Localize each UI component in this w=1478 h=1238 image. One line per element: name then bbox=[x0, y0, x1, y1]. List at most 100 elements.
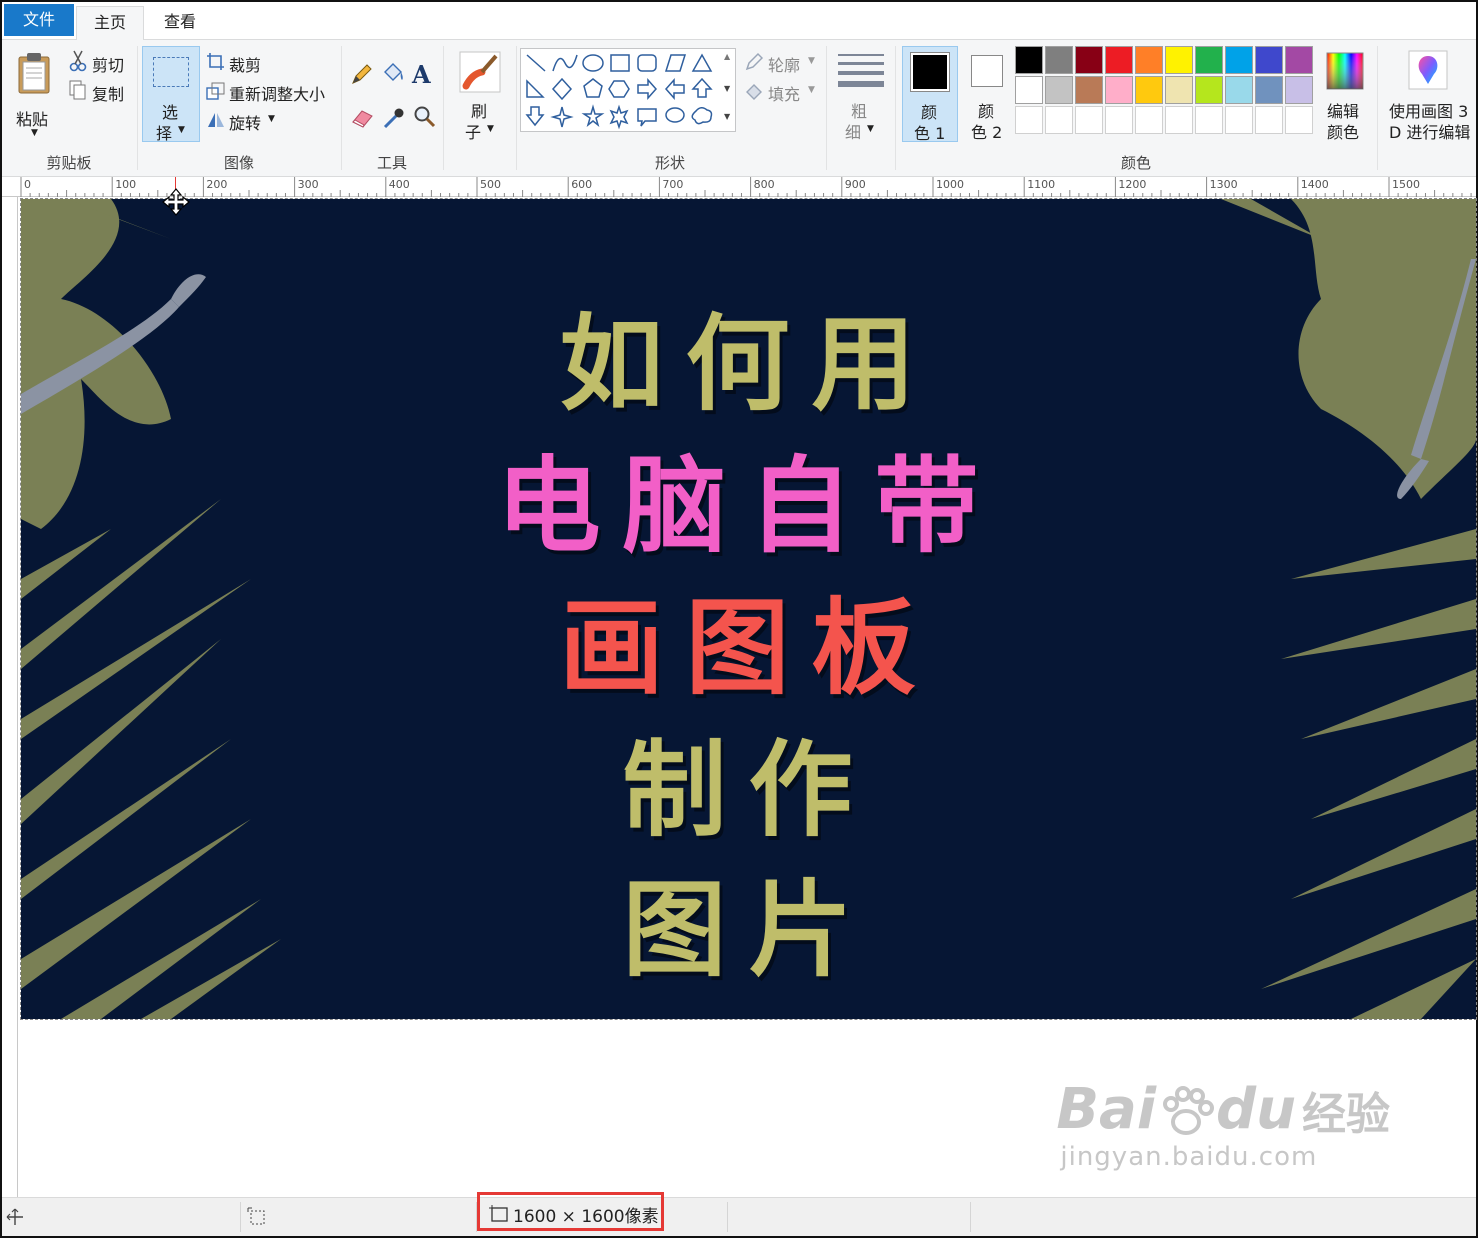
cut-button[interactable]: 剪切 bbox=[68, 50, 132, 75]
palette-swatch[interactable] bbox=[1105, 76, 1133, 104]
edit-colors-button[interactable]: 编辑 颜色 bbox=[1320, 46, 1370, 142]
ruler-label: 300 bbox=[297, 178, 319, 191]
resize-button[interactable]: 重新调整大小 bbox=[206, 79, 336, 104]
color1-button[interactable]: 颜 色 1 bbox=[902, 46, 958, 143]
palette-swatch[interactable] bbox=[1045, 106, 1073, 134]
fill-button[interactable]: 填充 ▼ bbox=[744, 79, 820, 104]
crop-button[interactable]: 裁剪 bbox=[206, 50, 336, 75]
paint3d-button[interactable]: 使用画图 3 D 进行编辑 bbox=[1382, 46, 1474, 146]
watermark-cn: 经验 bbox=[1302, 1089, 1390, 1140]
palette-swatch[interactable] bbox=[1225, 76, 1253, 104]
chevron-down-icon: ▼ bbox=[178, 125, 185, 135]
canvas-text-line5: 图片 bbox=[622, 869, 875, 991]
palette-swatch[interactable] bbox=[1015, 76, 1043, 104]
size-button[interactable]: 粗 细 ▼ bbox=[834, 46, 888, 142]
canvas-area[interactable]: 如何用 电脑自带 画图板 制作 图片 bbox=[19, 188, 1477, 1197]
palette-swatch[interactable] bbox=[1165, 106, 1193, 134]
image-canvas[interactable]: 如何用 电脑自带 画图板 制作 图片 bbox=[20, 198, 1477, 1020]
eraser-icon[interactable] bbox=[350, 106, 376, 130]
ruler-label: 900 bbox=[844, 178, 866, 191]
canvas-text-line1: 如何用 bbox=[559, 303, 938, 425]
expand-gallery-icon[interactable]: ▼ bbox=[724, 112, 730, 121]
selection-rect-icon bbox=[153, 57, 189, 87]
palette-swatch[interactable] bbox=[1225, 46, 1253, 74]
watermark-brand2: du bbox=[1216, 1077, 1296, 1142]
select-button[interactable]: 选 择 ▼ bbox=[142, 46, 200, 143]
select-label-bottom: 择 bbox=[156, 124, 173, 143]
palette-swatch[interactable] bbox=[1255, 106, 1283, 134]
palette-swatch[interactable] bbox=[1255, 46, 1283, 74]
palette-swatch[interactable] bbox=[1285, 106, 1313, 134]
group-clipboard: 粘贴 ▼ 剪切 复制 剪贴板 bbox=[2, 40, 136, 177]
palette-swatch[interactable] bbox=[1075, 76, 1103, 104]
palette-swatch[interactable] bbox=[1285, 76, 1313, 104]
palette-swatch[interactable] bbox=[1135, 46, 1163, 74]
paint3d-icon bbox=[1408, 50, 1448, 90]
palette-swatch[interactable] bbox=[1045, 46, 1073, 74]
scroll-down-icon[interactable]: ▼ bbox=[724, 84, 730, 93]
chevron-down-icon: ▼ bbox=[487, 124, 494, 134]
ribbon-tabs: 文件 主页 查看 bbox=[2, 2, 1476, 41]
magnifier-icon[interactable] bbox=[412, 104, 438, 130]
image-group-label: 图像 bbox=[223, 154, 254, 172]
color-picker-icon[interactable] bbox=[382, 106, 406, 130]
palette-swatch[interactable] bbox=[1075, 46, 1103, 74]
image-size-text: 1600 × 1600像素 bbox=[513, 1207, 659, 1227]
shapes-gallery[interactable] bbox=[520, 48, 736, 132]
palette-swatch[interactable] bbox=[1135, 76, 1163, 104]
palette-swatch[interactable] bbox=[1015, 106, 1043, 134]
paste-button[interactable]: 粘贴 ▼ bbox=[10, 48, 60, 140]
selection-size-icon bbox=[247, 1207, 265, 1225]
palette-swatch[interactable] bbox=[1015, 46, 1043, 74]
ruler-label: 1000 bbox=[936, 178, 964, 191]
brushes-button[interactable]: 刷 子 ▼ bbox=[452, 46, 508, 142]
palette-swatch[interactable] bbox=[1225, 106, 1253, 134]
color1-swatch bbox=[910, 52, 950, 92]
palette-swatch[interactable] bbox=[1105, 106, 1133, 134]
scroll-up-icon[interactable]: ▲ bbox=[724, 52, 730, 61]
palette-swatch[interactable] bbox=[1075, 106, 1103, 134]
baidu-watermark: Bai du 经验 jingyan.baidu.com bbox=[1056, 1077, 1390, 1172]
divider bbox=[970, 1202, 971, 1232]
chevron-down-icon: ▼ bbox=[31, 128, 38, 138]
copy-button[interactable]: 复制 bbox=[68, 79, 132, 104]
rotate-icon bbox=[208, 113, 224, 127]
vertical-ruler bbox=[2, 197, 18, 1197]
fill-label: 填充 bbox=[768, 85, 801, 104]
divider bbox=[826, 46, 827, 170]
fill-bucket-icon[interactable] bbox=[380, 60, 406, 86]
text-tool-icon[interactable]: A bbox=[412, 60, 431, 89]
color2-label-bottom: 色 2 bbox=[971, 123, 1003, 142]
pencil-icon[interactable] bbox=[350, 62, 374, 86]
copy-label: 复制 bbox=[92, 85, 125, 104]
tab-file[interactable]: 文件 bbox=[4, 4, 74, 36]
canvas-text-line2: 电脑自带 bbox=[496, 445, 1001, 567]
palette-swatch[interactable] bbox=[1045, 76, 1073, 104]
palette-swatch[interactable] bbox=[1195, 46, 1223, 74]
group-tools: A 工具 bbox=[342, 40, 442, 177]
rotate-button[interactable]: 旋转 ▼ bbox=[206, 108, 336, 133]
palette-swatch[interactable] bbox=[1105, 46, 1133, 74]
tab-view[interactable]: 查看 bbox=[146, 6, 214, 40]
palette-swatch[interactable] bbox=[1255, 76, 1283, 104]
palette-swatch[interactable] bbox=[1165, 76, 1193, 104]
color2-button[interactable]: 颜 色 2 bbox=[962, 46, 1012, 142]
paw-icon bbox=[1163, 1086, 1215, 1135]
ruler-label: 400 bbox=[388, 178, 410, 191]
palette-swatch[interactable] bbox=[1165, 46, 1193, 74]
color2-swatch bbox=[971, 55, 1003, 87]
palette-swatch[interactable] bbox=[1285, 46, 1313, 74]
rotate-label: 旋转 bbox=[229, 114, 262, 133]
palette-swatch[interactable] bbox=[1195, 106, 1223, 134]
watermark-url: jingyan.baidu.com bbox=[1060, 1142, 1318, 1172]
palette-swatch[interactable] bbox=[1195, 76, 1223, 104]
ruler-label: 0 bbox=[24, 178, 31, 191]
outline-button[interactable]: 轮廓 ▼ bbox=[744, 50, 820, 75]
palette-swatch[interactable] bbox=[1135, 106, 1163, 134]
cursor-position-icon bbox=[6, 1208, 23, 1225]
tab-home[interactable]: 主页 bbox=[76, 6, 144, 41]
outline-label: 轮廓 bbox=[768, 56, 801, 75]
ruler-label: 100 bbox=[115, 178, 137, 191]
ruler-label: 200 bbox=[206, 178, 228, 191]
divider bbox=[443, 46, 444, 170]
